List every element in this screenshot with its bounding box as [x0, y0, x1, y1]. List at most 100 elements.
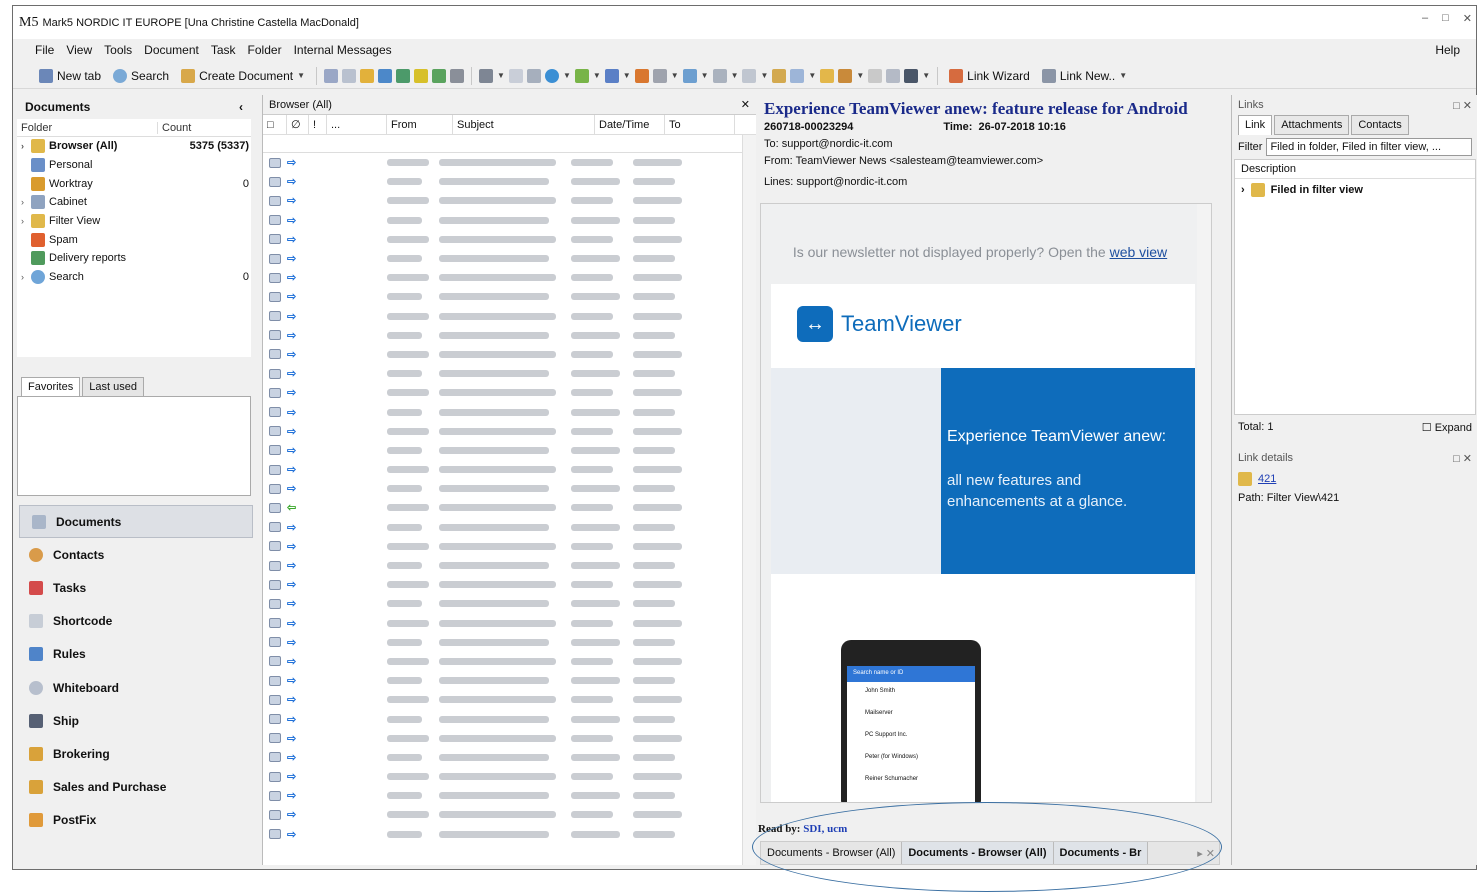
toolbar-tool-icon[interactable] [790, 68, 805, 83]
message-row[interactable]: ⇨ [263, 153, 756, 172]
search-button[interactable]: Search [109, 68, 173, 83]
pin-close-icon[interactable]: ✕ [741, 98, 750, 111]
message-row[interactable]: ⇨ [263, 556, 756, 575]
message-row[interactable]: ⇨ [263, 748, 756, 767]
mail-icon[interactable] [508, 68, 523, 83]
toolbar-tool-icon[interactable] [378, 68, 393, 83]
message-row[interactable]: ⇨ [263, 326, 756, 345]
chevron-down-icon[interactable]: ▼ [922, 71, 930, 80]
minimize-icon[interactable]: – [1422, 12, 1428, 25]
message-row[interactable]: ⇨ [263, 268, 756, 287]
toolbar-tool-icon[interactable] [324, 68, 339, 83]
message-row[interactable]: ⇨ [263, 172, 756, 191]
toolbar-tool-icon[interactable] [742, 68, 757, 83]
folder-filter-view[interactable]: › Filter View [17, 212, 251, 231]
chevron-down-icon[interactable]: ▼ [671, 71, 679, 80]
message-row[interactable]: ⇨ [263, 825, 756, 844]
col-to[interactable]: To [665, 115, 735, 134]
filter-select[interactable]: Filed in folder, Filed in filter view, .… [1266, 138, 1472, 156]
message-row[interactable]: ⇨ [263, 671, 756, 690]
nav-brokering[interactable]: Brokering [17, 737, 251, 770]
nav-shortcode[interactable]: Shortcode [17, 605, 251, 638]
link-new-button[interactable]: Link New.. ▼ [1038, 68, 1131, 83]
toolbar-tool-icon[interactable] [634, 68, 649, 83]
folder-cabinet[interactable]: › Cabinet [17, 193, 251, 212]
message-row[interactable]: ⇨ [263, 191, 756, 210]
menu-help[interactable]: Help [1435, 43, 1460, 57]
message-row[interactable]: ⇨ [263, 383, 756, 402]
chevron-right-icon[interactable]: › [21, 216, 31, 226]
close-icon[interactable]: ✕ [1463, 12, 1472, 25]
col-attachment[interactable]: ∅ [287, 115, 309, 134]
chevron-down-icon[interactable]: ▼ [808, 71, 816, 80]
nav-tasks[interactable]: Tasks [17, 571, 251, 604]
tab-last-used[interactable]: Last used [82, 377, 144, 396]
message-row[interactable]: ⇨ [263, 211, 756, 230]
message-row[interactable]: ⇨ [263, 479, 756, 498]
folder-delivery-reports[interactable]: Delivery reports [17, 249, 251, 268]
toolbar-tool-icon[interactable] [360, 68, 375, 83]
menu-folder[interactable]: Folder [248, 43, 282, 57]
tab-favorites[interactable]: Favorites [21, 377, 81, 396]
globe-icon[interactable] [544, 68, 559, 83]
message-row[interactable]: ⇨ [263, 230, 756, 249]
message-row[interactable]: ⇨ [263, 249, 756, 268]
toolbar-tool-icon[interactable] [838, 68, 853, 83]
col-from[interactable]: From [387, 115, 453, 134]
print-icon[interactable] [479, 68, 494, 83]
toolbar-tool-icon[interactable] [526, 68, 541, 83]
menu-task[interactable]: Task [211, 43, 236, 57]
message-row[interactable]: ⇨ [263, 614, 756, 633]
folder-worktray[interactable]: Worktray 0 [17, 174, 251, 193]
browser-scrollbar[interactable] [742, 135, 756, 865]
web-view-link[interactable]: web view [1110, 244, 1168, 260]
link-detail-id-link[interactable]: 421 [1258, 473, 1276, 485]
expand-checkbox[interactable]: ☐ Expand [1422, 421, 1472, 434]
message-row[interactable]: ⇨ [263, 690, 756, 709]
chevron-down-icon[interactable]: ▼ [731, 71, 739, 80]
nav-rules[interactable]: Rules [17, 638, 251, 671]
chevron-down-icon[interactable]: ▼ [1119, 71, 1127, 80]
tag-icon[interactable] [604, 68, 619, 83]
chevron-right-icon[interactable]: › [21, 272, 31, 282]
message-row[interactable]: ⇨ [263, 537, 756, 556]
message-row[interactable]: ⇨ [263, 594, 756, 613]
message-row[interactable]: ⇨ [263, 460, 756, 479]
message-row[interactable]: ⇨ [263, 287, 756, 306]
chevron-down-icon[interactable]: ▼ [701, 71, 709, 80]
folder-personal[interactable]: Personal [17, 156, 251, 175]
tab-attachments[interactable]: Attachments [1274, 115, 1350, 135]
menu-tools[interactable]: Tools [104, 43, 132, 57]
message-row[interactable]: ⇨ [263, 652, 756, 671]
message-row[interactable]: ⇨ [263, 575, 756, 594]
folder-search[interactable]: › Search 0 [17, 268, 251, 287]
chevron-down-icon[interactable]: ▼ [623, 71, 631, 80]
nav-whiteboard[interactable]: Whiteboard [17, 671, 251, 704]
create-document-button[interactable]: Create Document ▼ [177, 68, 309, 83]
message-row[interactable]: ⇨ [263, 709, 756, 728]
chevron-down-icon[interactable]: ▼ [593, 71, 601, 80]
toolbar-tool-icon[interactable] [820, 68, 835, 83]
menu-internal-messages[interactable]: Internal Messages [294, 43, 392, 57]
nav-contacts[interactable]: Contacts [17, 538, 251, 571]
message-row[interactable]: ⇨ [263, 518, 756, 537]
browser-filter-row[interactable] [263, 135, 756, 153]
message-row[interactable]: ⇨ [263, 422, 756, 441]
chevron-down-icon[interactable]: ▼ [760, 71, 768, 80]
toolbar-tool-icon[interactable] [432, 68, 447, 83]
tab-contacts[interactable]: Contacts [1351, 115, 1409, 135]
chevron-down-icon[interactable]: ▼ [497, 71, 505, 80]
col-datetime[interactable]: Date/Time [595, 115, 665, 134]
collapse-icon[interactable]: ‹ [239, 100, 243, 114]
message-row[interactable]: ⇨ [263, 633, 756, 652]
chevron-right-icon[interactable]: › [21, 141, 31, 151]
toolbar-tool-icon[interactable] [712, 68, 727, 83]
toolbar-tool-icon[interactable] [574, 68, 589, 83]
menu-view[interactable]: View [66, 43, 92, 57]
message-row[interactable]: ⇨ [263, 441, 756, 460]
chevron-right-icon[interactable]: › [21, 197, 31, 207]
toolbar-tool-icon[interactable] [868, 68, 883, 83]
chevron-right-icon[interactable]: › [1241, 184, 1245, 196]
menu-file[interactable]: File [35, 43, 54, 57]
message-row[interactable]: ⇨ [263, 786, 756, 805]
